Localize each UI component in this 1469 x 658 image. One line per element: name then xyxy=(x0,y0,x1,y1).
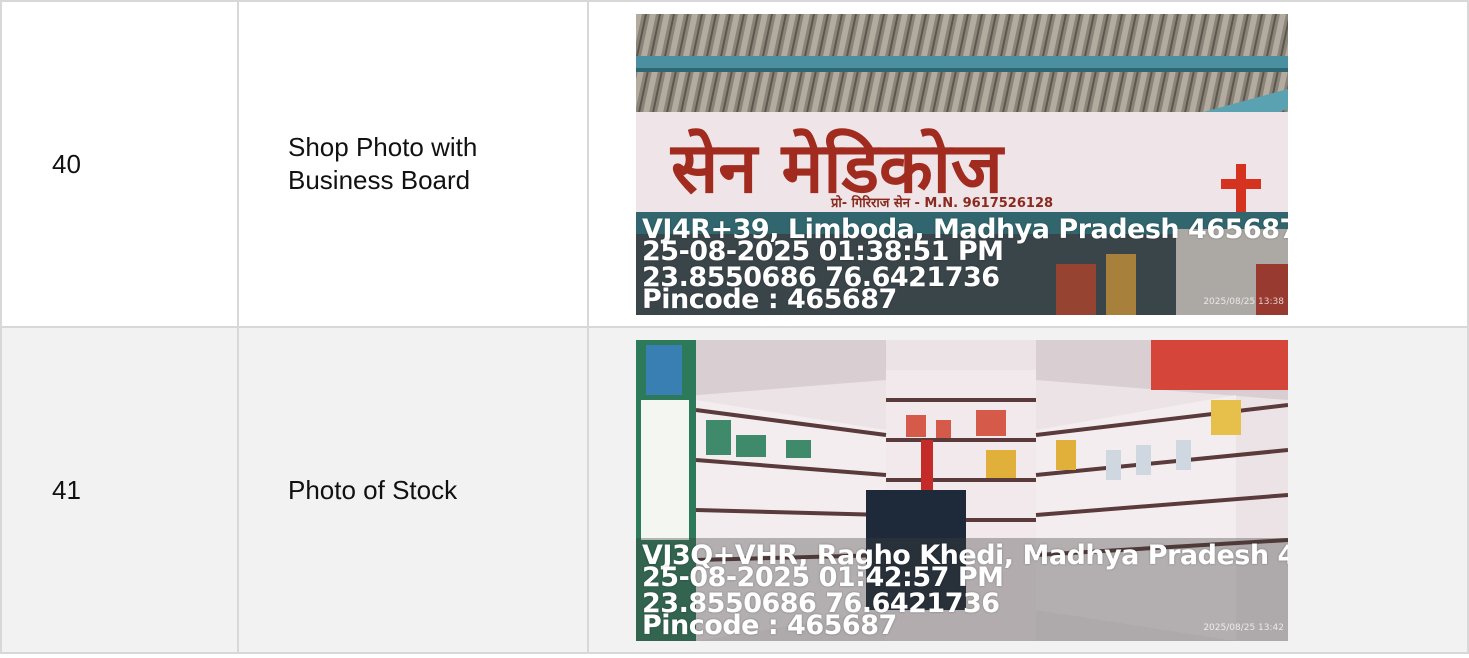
stock-photo[interactable]: VJ3Q+VHR, Ragho Khedi, Madhya Pradesh 4 … xyxy=(636,339,1288,641)
photo-cell: सेन मेडिकोज प्रो- गिरिराज सेन - M.N. 961… xyxy=(587,0,1469,328)
row-number-cell: 41 xyxy=(0,326,239,654)
photo-timestamp: 2025/08/25 13:42 xyxy=(1203,622,1284,633)
photo-cell: VJ3Q+VHR, Ragho Khedi, Madhya Pradesh 4 … xyxy=(587,326,1469,654)
row-label-line: Shop Photo with xyxy=(288,132,478,162)
row-number-cell: 40 xyxy=(0,0,239,328)
row-number: 40 xyxy=(52,148,81,179)
row-label-cell: Shop Photo with Business Board xyxy=(237,0,589,328)
row-label-line: Photo of Stock xyxy=(288,474,458,505)
photo-timestamp: 2025/08/25 13:38 xyxy=(1203,296,1284,307)
row-number: 41 xyxy=(52,474,81,505)
geo-overlay: VJ3Q+VHR, Ragho Khedi, Madhya Pradesh 4 … xyxy=(636,537,1288,641)
geo-pincode: Pincode : 465687 xyxy=(642,283,897,315)
sign-subtext: प्रो- गिरिराज सेन - M.N. 9617526128 xyxy=(830,195,1053,211)
table-row: 41 Photo of Stock VJ3Q+VHR, Ragho Khedi,… xyxy=(0,326,1469,654)
geo-pincode: Pincode : 465687 xyxy=(642,609,897,641)
row-label-line: Business Board xyxy=(288,165,471,195)
document-table: 40 Shop Photo with Business Board सेन मे… xyxy=(0,0,1469,654)
row-label-cell: Photo of Stock xyxy=(237,326,589,654)
geo-overlay: VJ4R+39, Limboda, Madhya Pradesh 465687 … xyxy=(636,211,1288,315)
shop-photo[interactable]: सेन मेडिकोज प्रो- गिरिराज सेन - M.N. 961… xyxy=(636,13,1288,315)
table-row: 40 Shop Photo with Business Board सेन मे… xyxy=(0,0,1469,328)
